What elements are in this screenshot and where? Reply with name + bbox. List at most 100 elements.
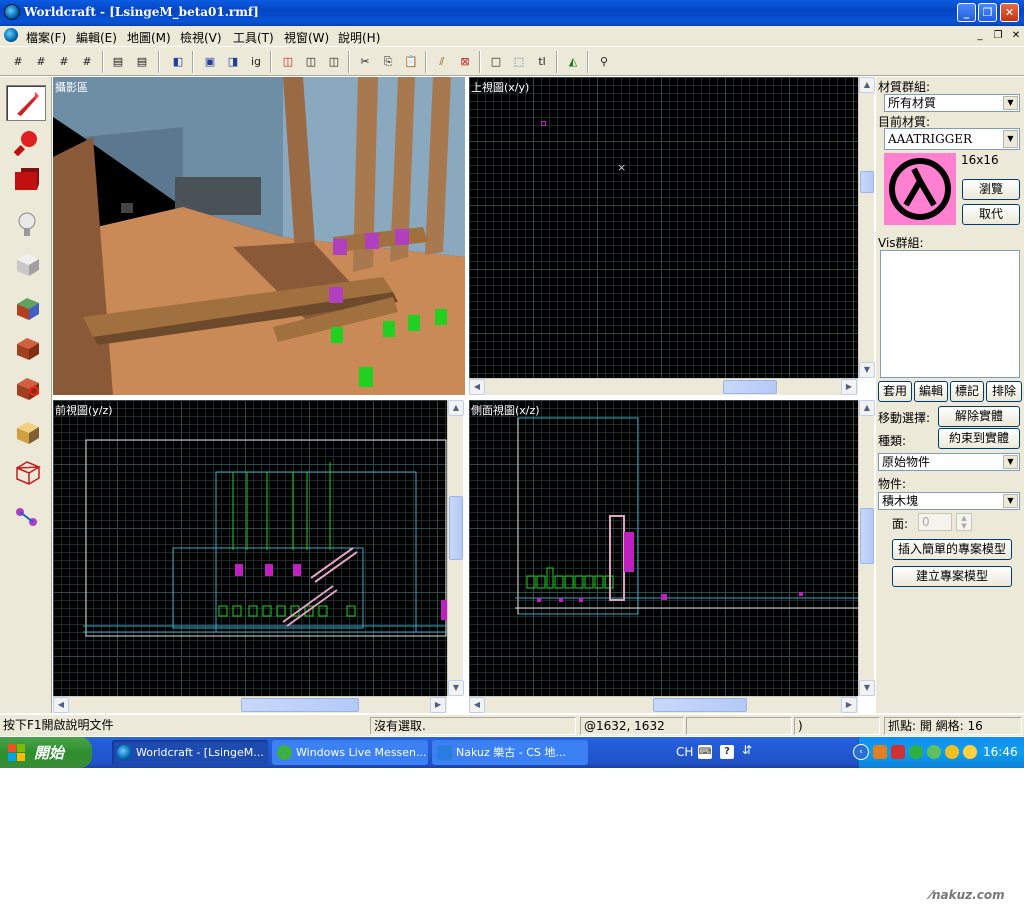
network-tray-icon[interactable]	[927, 745, 941, 759]
chevron-down-icon[interactable]: ▼	[1003, 494, 1018, 508]
top-vertical-scrollbar[interactable]: ▲ ▼	[858, 77, 875, 378]
top-viewport[interactable]: × 上視圖(x/y)	[469, 77, 858, 378]
grid-larger-icon[interactable]: #	[77, 52, 97, 72]
scroll-down-button[interactable]: ▼	[448, 680, 464, 696]
vis-apply-button[interactable]: 套用	[878, 381, 912, 402]
faces-spinner[interactable]: ▲ ▼	[956, 513, 972, 531]
menu-file[interactable]: 檔案(F)	[26, 29, 66, 46]
camera-viewport[interactable]: 攝影區	[53, 77, 465, 395]
faces-input[interactable]: 0	[918, 513, 952, 531]
scroll-left-button[interactable]: ◀	[469, 379, 485, 395]
clipping-tool[interactable]	[6, 413, 46, 449]
scroll-thumb[interactable]	[449, 496, 463, 560]
vis-exclude-button[interactable]: 排除	[986, 381, 1022, 402]
vis-mark-button[interactable]: 標記	[950, 381, 984, 402]
menu-map[interactable]: 地圖(M)	[127, 29, 171, 46]
top-horizontal-scrollbar[interactable]: ◀ ▶	[469, 378, 858, 395]
scroll-thumb[interactable]	[723, 380, 777, 394]
texture-application-icon[interactable]: ⫽	[432, 52, 452, 72]
replace-button[interactable]: 取代	[962, 204, 1020, 225]
entity-tool[interactable]	[6, 205, 46, 241]
keyboard-icon[interactable]: ⌨	[698, 745, 712, 759]
block-tool[interactable]	[6, 245, 46, 281]
scroll-left-button[interactable]: ◀	[53, 697, 69, 713]
object-select[interactable]: 積木塊 ▼	[878, 492, 1020, 510]
scroll-left-button[interactable]: ◀	[469, 697, 485, 713]
document-icon[interactable]	[4, 28, 18, 42]
side-horizontal-scrollbar[interactable]: ◀ ▶	[469, 696, 858, 713]
tray-app-icon[interactable]	[873, 745, 887, 759]
chevron-down-icon[interactable]: ▼	[1003, 96, 1018, 110]
camera-tool[interactable]	[6, 161, 46, 197]
decal-tool[interactable]	[6, 369, 46, 405]
mdi-restore-button[interactable]: ❐	[990, 29, 1006, 43]
texture-group-select[interactable]: 所有材質 ▼	[884, 94, 1020, 112]
worldcraft-app-icon[interactable]	[4, 4, 20, 20]
create-prefab-button[interactable]: 建立專案模型	[892, 566, 1012, 587]
carve-icon[interactable]: ▤	[108, 52, 128, 72]
vis-edit-button[interactable]: 編輯	[914, 381, 948, 402]
cube-wire-icon[interactable]: ◫	[301, 52, 321, 72]
scroll-down-button[interactable]: ▼	[859, 680, 875, 696]
scroll-down-button[interactable]: ▼	[859, 362, 875, 378]
restore-button[interactable]: ❐	[978, 3, 997, 22]
entity-report-icon[interactable]: ⚲	[594, 52, 614, 72]
front-horizontal-scrollbar[interactable]: ◀ ▶	[53, 696, 447, 713]
status-tray-icon[interactable]	[945, 745, 959, 759]
copy-icon[interactable]: ⎘	[378, 52, 398, 72]
cube-red-icon[interactable]: ◫	[278, 52, 298, 72]
task-messenger[interactable]: Windows Live Messen...	[272, 740, 428, 765]
ungroup-icon[interactable]: ▣	[200, 52, 220, 72]
toggle-text-icon[interactable]: tl	[532, 52, 552, 72]
vertex-tool[interactable]	[6, 453, 46, 489]
scroll-thumb[interactable]	[860, 171, 874, 193]
grid-smaller-icon[interactable]: #	[54, 52, 74, 72]
insert-prefab-button[interactable]: 插入簡單的專案模型	[892, 539, 1012, 560]
scroll-thumb[interactable]	[653, 698, 747, 712]
texture-lock-icon[interactable]: ig	[246, 52, 266, 72]
grid-3d-icon[interactable]: #	[31, 52, 51, 72]
ime-icon[interactable]: ⇵	[742, 743, 752, 757]
mdi-minimize-button[interactable]: _	[972, 29, 988, 43]
scroll-thumb[interactable]	[860, 508, 874, 564]
side-viewport[interactable]: 側面視圖(x/z)	[469, 400, 858, 696]
chevron-down-icon[interactable]: ▼	[1003, 455, 1018, 469]
menu-view[interactable]: 檢視(V)	[180, 29, 222, 46]
magnify-tool[interactable]	[6, 123, 46, 159]
chevron-down-icon[interactable]: ▼	[1003, 130, 1018, 148]
vis-group-list[interactable]	[880, 250, 1020, 378]
selection-tool[interactable]	[6, 85, 46, 121]
close-button[interactable]: ✕	[1000, 3, 1019, 22]
path-tool[interactable]	[6, 497, 46, 533]
language-indicator[interactable]: CH	[676, 745, 693, 759]
mdi-close-button[interactable]: ✕	[1008, 29, 1024, 43]
task-browser[interactable]: Nakuz 樂古 - CS 地...	[432, 740, 588, 765]
scroll-right-button[interactable]: ▶	[841, 379, 857, 395]
scroll-up-button[interactable]: ▲	[859, 400, 875, 416]
scroll-up-button[interactable]: ▲	[448, 400, 464, 416]
apply-texture-tool[interactable]	[6, 329, 46, 365]
scroll-right-button[interactable]: ▶	[430, 697, 446, 713]
texture-tool[interactable]	[6, 289, 46, 325]
help-icon[interactable]: ?	[720, 745, 734, 759]
qq-penguin-icon[interactable]	[963, 745, 977, 759]
task-worldcraft[interactable]: Worldcraft - [LsingeM...	[112, 740, 268, 765]
menu-edit[interactable]: 編輯(E)	[76, 29, 117, 46]
security-shield-icon[interactable]	[891, 745, 905, 759]
current-texture-select[interactable]: AAATRIGGER ▼	[884, 128, 1020, 150]
tie-to-entity-button[interactable]: 約束到實體	[938, 428, 1020, 449]
grid-toggle-icon[interactable]: #	[8, 52, 28, 72]
cut-icon[interactable]: ✂	[355, 52, 375, 72]
cube-outline-icon[interactable]: ◫	[324, 52, 344, 72]
hide-selected-icon[interactable]: ◨	[223, 52, 243, 72]
scroll-up-button[interactable]: ▲	[859, 77, 875, 93]
scroll-right-button[interactable]: ▶	[841, 697, 857, 713]
menu-window[interactable]: 視窗(W)	[284, 29, 329, 46]
front-vertical-scrollbar[interactable]: ▲ ▼	[447, 400, 464, 696]
browse-button[interactable]: 瀏覽	[962, 179, 1020, 200]
start-button[interactable]: 開始	[0, 737, 92, 768]
menu-tools[interactable]: 工具(T)	[233, 29, 274, 46]
messenger-tray-icon[interactable]	[909, 745, 923, 759]
decal-icon[interactable]: ⊠	[455, 52, 475, 72]
group-icon[interactable]: ◧	[168, 52, 188, 72]
